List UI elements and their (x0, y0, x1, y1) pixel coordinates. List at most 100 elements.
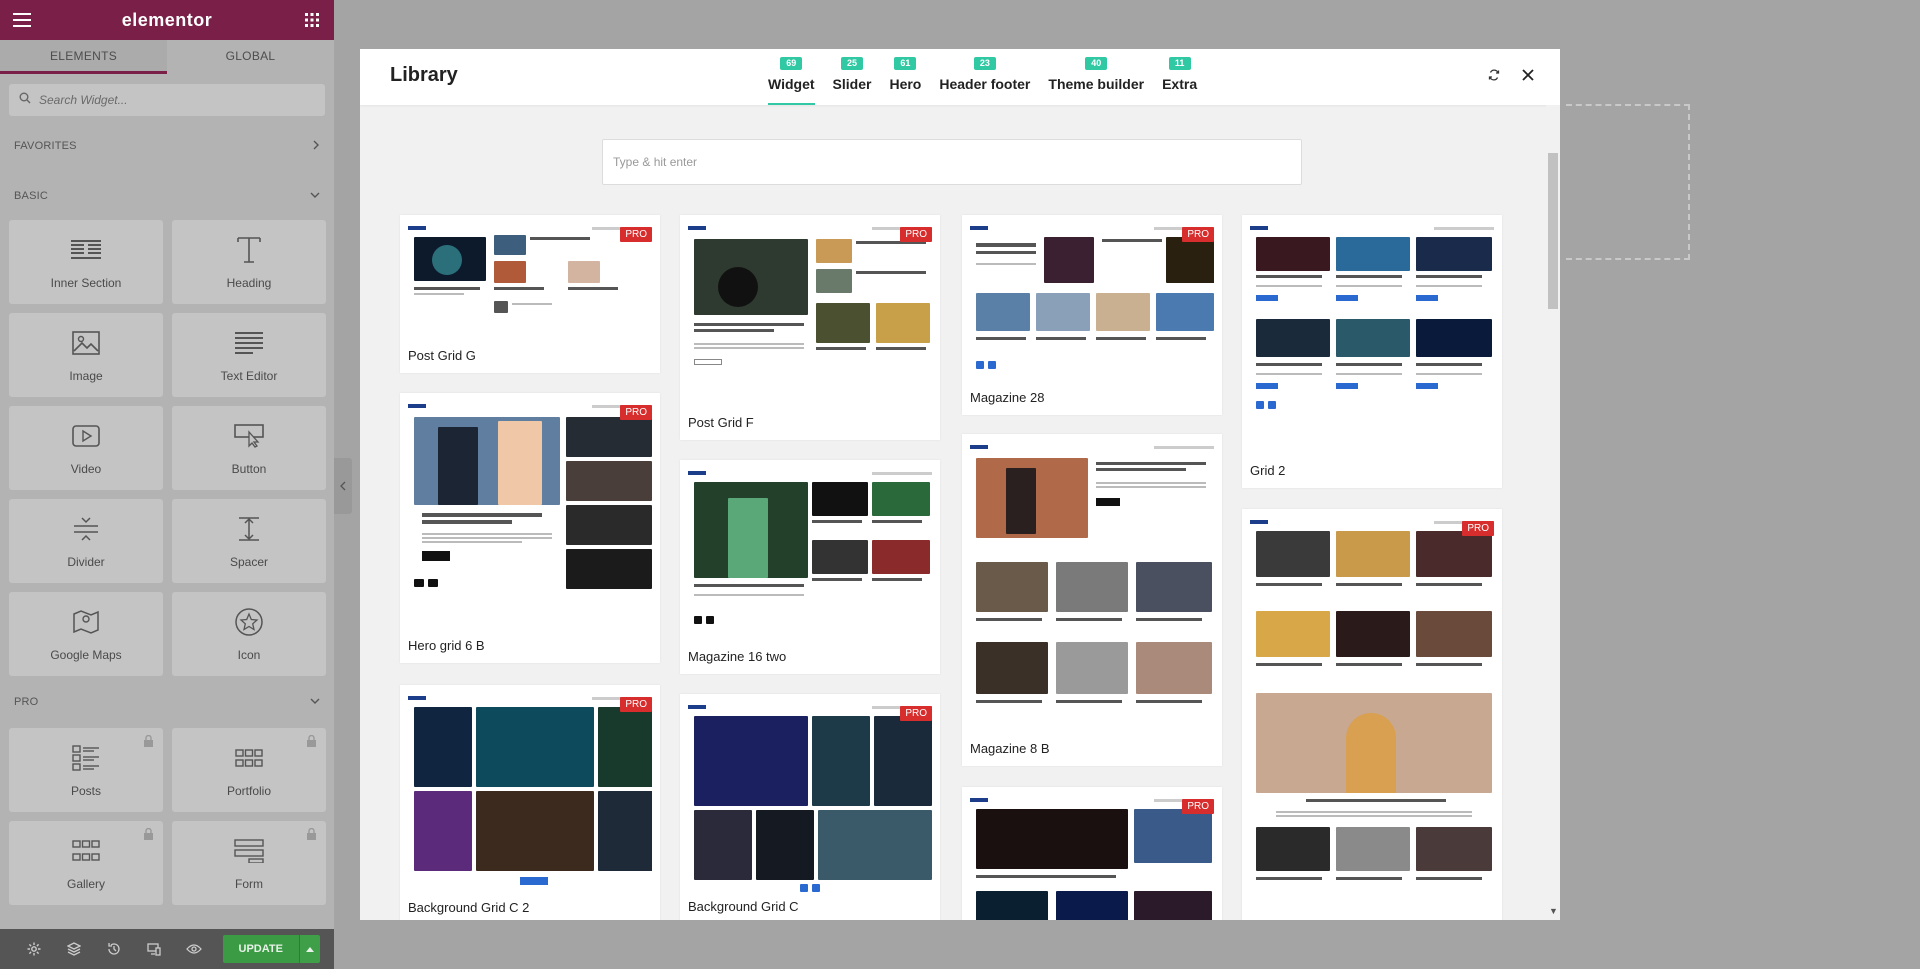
chevron-left-icon (340, 481, 346, 491)
scroll-down-icon[interactable]: ▼ (1549, 906, 1558, 916)
text-editor-icon (231, 327, 267, 359)
widget-icon[interactable]: Icon (172, 592, 326, 676)
widget-video[interactable]: Video (9, 406, 163, 490)
layers-icon[interactable] (54, 929, 94, 969)
template-preview (688, 223, 932, 399)
widget-posts[interactable]: Posts (9, 728, 163, 812)
library-title: Library (390, 64, 458, 86)
template-card-background-grid-c-2[interactable]: PRO Background Grid C 2 (400, 685, 660, 920)
widget-google-maps[interactable]: Google Maps (9, 592, 163, 676)
template-card-grid-2[interactable]: Grid 2 (1242, 215, 1502, 488)
tab-label: Slider (832, 76, 872, 92)
template-title: Magazine 28 (970, 390, 1045, 405)
template-title: Hero grid 6 B (408, 638, 485, 653)
widget-image[interactable]: Image (9, 313, 163, 397)
template-card-magazine-8-b[interactable]: Magazine 8 B (962, 434, 1222, 766)
tab-widget[interactable]: 69 Widget (768, 49, 815, 105)
scrollbar-thumb[interactable] (1548, 153, 1558, 309)
brand-logo: elementor (121, 9, 213, 30)
template-preview (408, 223, 652, 327)
pro-badge: PRO (1182, 227, 1214, 242)
library-scrollbar[interactable]: ▼ (1546, 105, 1560, 920)
chevron-up-icon[interactable] (298, 935, 320, 963)
template-title: Background Grid C 2 (408, 900, 530, 915)
widget-label: Video (70, 462, 102, 476)
category-favorites[interactable]: FAVORITES (0, 134, 334, 158)
close-icon[interactable] (1520, 67, 1536, 83)
lock-icon (306, 827, 318, 840)
spacer-icon (231, 513, 267, 545)
divider-icon (68, 513, 104, 545)
template-card-magazine-16-two[interactable]: Magazine 16 two (680, 460, 940, 674)
tab-elements[interactable]: ELEMENTS (0, 40, 167, 74)
library-search-input[interactable] (613, 140, 1291, 184)
category-favorites-label: FAVORITES (14, 140, 77, 152)
eye-icon[interactable] (174, 929, 214, 969)
template-title: Grid 2 (1250, 463, 1286, 478)
template-preview (1250, 517, 1494, 920)
chevron-down-icon (310, 190, 320, 202)
heading-icon (231, 234, 267, 266)
widget-gallery[interactable]: Gallery (9, 821, 163, 905)
template-card-fitness-grid[interactable]: PRO (1242, 509, 1502, 920)
widget-form[interactable]: Form (172, 821, 326, 905)
update-button[interactable]: UPDATE (222, 935, 299, 963)
gallery-icon (68, 835, 104, 867)
hamburger-menu-icon[interactable] (12, 10, 32, 30)
collapse-panel-handle[interactable] (334, 458, 352, 514)
widget-label: Icon (237, 648, 261, 662)
template-preview (1250, 223, 1494, 447)
widget-divider[interactable]: Divider (9, 499, 163, 583)
tab-label: Header footer (939, 76, 1031, 92)
template-card-hero-grid-6-b[interactable]: PRO Hero grid 6 B (400, 393, 660, 663)
widget-heading[interactable]: Heading (172, 220, 326, 304)
history-icon[interactable] (94, 929, 134, 969)
chevron-right-icon (312, 140, 320, 153)
tab-hero[interactable]: 61 Hero (889, 49, 921, 105)
template-card-magazine-28[interactable]: PRO Magazine 28 (962, 215, 1222, 415)
sync-icon[interactable] (1486, 67, 1502, 83)
lock-icon (306, 734, 318, 747)
tab-theme-builder[interactable]: 40 Theme builder (1048, 49, 1144, 105)
tab-slider[interactable]: 25 Slider (832, 49, 872, 105)
category-pro[interactable]: PRO (0, 690, 334, 714)
widget-text-editor[interactable]: Text Editor (172, 313, 326, 397)
inner-section-icon (68, 234, 104, 266)
widget-label: Gallery (66, 877, 105, 891)
apps-grid-icon[interactable] (302, 10, 322, 30)
template-preview (688, 468, 932, 632)
tab-extra[interactable]: 11 Extra (1162, 49, 1197, 105)
widget-spacer[interactable]: Spacer (172, 499, 326, 583)
library-search (602, 139, 1302, 185)
widget-button[interactable]: Button (172, 406, 326, 490)
widget-portfolio[interactable]: Portfolio (172, 728, 326, 812)
widget-label: Heading (226, 276, 272, 290)
tab-global[interactable]: GLOBAL (167, 40, 334, 74)
tab-header-footer[interactable]: 23 Header footer (939, 49, 1030, 105)
panel-footer: UPDATE (0, 929, 334, 969)
widget-label: Divider (67, 555, 105, 569)
pro-badge: PRO (1462, 521, 1494, 536)
widget-inner-section[interactable]: Inner Section (9, 220, 163, 304)
tab-count: 25 (841, 57, 863, 70)
widget-label: Portfolio (226, 784, 272, 798)
widget-label: Inner Section (50, 276, 122, 290)
panel-tabs: ELEMENTS GLOBAL (0, 40, 334, 74)
category-basic[interactable]: BASIC (0, 184, 334, 208)
button-icon (231, 420, 267, 452)
template-card-post-grid-g[interactable]: PRO Post Grid G (400, 215, 660, 373)
template-card-post-grid-f[interactable]: PRO Post Grid F (680, 215, 940, 440)
template-preview (408, 693, 652, 893)
widget-search-input[interactable] (39, 93, 299, 107)
widget-label: Button (231, 462, 267, 476)
template-title: Magazine 8 B (970, 741, 1050, 756)
tab-count: 23 (973, 57, 996, 70)
tab-label: Widget (768, 76, 815, 92)
template-card-magazine-more[interactable]: PRO (962, 787, 1222, 920)
portfolio-icon (231, 742, 267, 774)
star-icon (231, 606, 267, 638)
settings-icon[interactable] (14, 929, 54, 969)
template-preview (688, 702, 932, 892)
template-card-background-grid-c[interactable]: PRO Background Grid C (680, 694, 940, 920)
responsive-icon[interactable] (134, 929, 174, 969)
